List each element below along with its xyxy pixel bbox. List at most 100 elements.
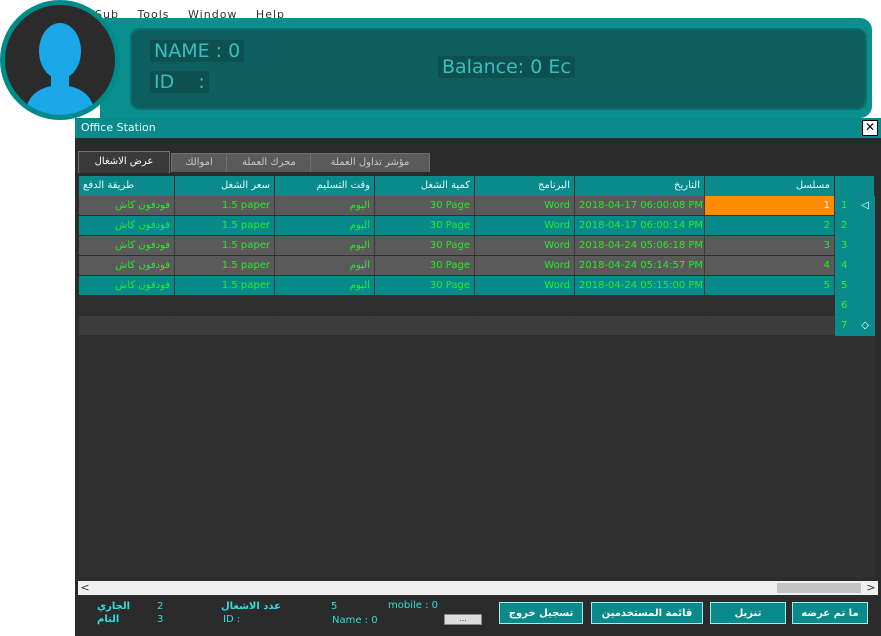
cell-serial-selected[interactable]: 1 xyxy=(705,196,835,215)
done-label: التام xyxy=(97,614,120,625)
office-station-window: Office Station ✕ عرض الاشغال اموالك محرك… xyxy=(75,118,881,636)
row-number-label: 4 xyxy=(841,260,848,271)
cell-program[interactable]: Word xyxy=(475,236,575,255)
cell-date[interactable]: 2018-04-17 06:00:14 PM xyxy=(575,216,705,235)
row-number-3[interactable]: 3 xyxy=(835,236,875,256)
close-icon[interactable]: ✕ xyxy=(862,120,878,136)
row-number-label: 1 xyxy=(841,200,848,211)
avatar[interactable] xyxy=(0,0,120,120)
user-id-label: ID : xyxy=(150,71,209,93)
column-header-quantity[interactable]: كمية الشغل xyxy=(375,176,475,196)
window-titlebar: Office Station ✕ xyxy=(75,118,881,138)
row-number-1[interactable]: 1 ◁ xyxy=(835,196,875,216)
row-number-label: 3 xyxy=(841,240,848,251)
cell-delivery[interactable]: اليوم xyxy=(275,236,375,255)
column-header-delivery[interactable]: وقت التسليم xyxy=(275,176,375,196)
footer-mobile: mobile : 0 xyxy=(388,600,439,611)
scroll-thumb[interactable] xyxy=(777,583,861,593)
cell-payment[interactable]: فودفون كاش xyxy=(79,216,175,235)
tab-currency-index[interactable]: مؤشر تداول العملة xyxy=(310,153,430,172)
download-button[interactable]: تنزيل xyxy=(710,602,786,624)
row-number-2[interactable]: 2 xyxy=(835,216,875,236)
tab-currency-engine[interactable]: محرك العملة xyxy=(226,153,312,172)
cell-quantity[interactable]: 30 Page xyxy=(375,196,475,215)
cell-empty[interactable] xyxy=(375,316,475,335)
current-label: الجاري xyxy=(97,601,131,612)
column-header-program[interactable]: البرنامج xyxy=(475,176,575,196)
cell-empty[interactable] xyxy=(475,316,575,335)
horizontal-scrollbar[interactable]: < > xyxy=(78,581,878,595)
column-header-serial[interactable]: مسلسل xyxy=(705,176,835,196)
current-row-arrow-icon: ◁ xyxy=(861,200,869,211)
cell-serial[interactable]: 5 xyxy=(705,276,835,295)
row-number-label: 2 xyxy=(841,220,848,231)
row-number-label: 5 xyxy=(841,280,848,291)
cell-quantity[interactable]: 30 Page xyxy=(375,216,475,235)
cell-price[interactable]: 1.5 paper xyxy=(175,216,275,235)
tab-your-money[interactable]: اموالك xyxy=(171,153,227,172)
cell-date[interactable]: 2018-04-24 05:15:00 PM xyxy=(575,276,705,295)
cell-quantity[interactable]: 30 Page xyxy=(375,276,475,295)
user-name-label: NAME : 0 xyxy=(150,40,245,62)
cell-delivery[interactable]: اليوم xyxy=(275,216,375,235)
cell-date[interactable]: 2018-04-17 06:00:08 PM xyxy=(575,196,705,215)
header-panel: NAME : 0 ID : Balance: 0 Ec xyxy=(130,28,867,110)
cell-empty[interactable] xyxy=(575,316,705,335)
row-number-5[interactable]: 5 xyxy=(835,276,875,296)
cell-price[interactable]: 1.5 paper xyxy=(175,236,275,255)
cell-delivery[interactable]: اليوم xyxy=(275,276,375,295)
jobs-count-value: 5 xyxy=(331,601,338,612)
cell-empty[interactable] xyxy=(175,316,275,335)
row-number-label: 7 xyxy=(841,320,848,331)
cell-serial[interactable]: 2 xyxy=(705,216,835,235)
offered-button[interactable]: ما تم عرضه xyxy=(792,602,868,624)
cell-program[interactable]: Word xyxy=(475,256,575,275)
cell-empty[interactable] xyxy=(705,316,835,335)
cell-payment[interactable]: فودفون كاش xyxy=(79,256,175,275)
window-title: Office Station xyxy=(81,121,156,134)
cell-date[interactable]: 2018-04-24 05:14:57 PM xyxy=(575,256,705,275)
cell-quantity[interactable]: 30 Page xyxy=(375,256,475,275)
tab-view-jobs[interactable]: عرض الاشغال xyxy=(78,151,170,173)
jobs-count-label: عدد الاشغال xyxy=(221,601,282,612)
done-value: 3 xyxy=(157,614,164,625)
footer-id: ID : xyxy=(223,614,241,625)
cell-price[interactable]: 1.5 paper xyxy=(175,276,275,295)
row-header-corner xyxy=(835,176,875,196)
scroll-left-icon[interactable]: < xyxy=(78,581,92,595)
cell-empty[interactable] xyxy=(275,316,375,335)
cell-program[interactable]: Word xyxy=(475,216,575,235)
users-list-button[interactable]: قائمة المستخدمين xyxy=(591,602,703,624)
current-value: 2 xyxy=(157,601,164,612)
balance-label: Balance: 0 Ec xyxy=(438,56,575,78)
logout-button[interactable]: تسجيل خروج xyxy=(499,602,583,624)
user-silhouette-icon xyxy=(25,23,95,115)
small-field-box[interactable]: ... xyxy=(444,614,482,625)
column-header-payment[interactable]: طريقة الدفع xyxy=(79,176,175,196)
cell-serial[interactable]: 4 xyxy=(705,256,835,275)
row-number-4[interactable]: 4 xyxy=(835,256,875,276)
cell-serial[interactable]: 3 xyxy=(705,236,835,255)
cell-program[interactable]: Word xyxy=(475,196,575,215)
cell-empty[interactable] xyxy=(79,316,175,335)
column-header-date[interactable]: التاريخ xyxy=(575,176,705,196)
footer-name: Name : 0 xyxy=(332,615,378,626)
scroll-right-icon[interactable]: > xyxy=(864,581,878,595)
cell-payment[interactable]: فودفون كاش xyxy=(79,196,175,215)
cell-program[interactable]: Word xyxy=(475,276,575,295)
cell-delivery[interactable]: اليوم xyxy=(275,196,375,215)
cell-payment[interactable]: فودفون كاش xyxy=(79,276,175,295)
cell-price[interactable]: 1.5 paper xyxy=(175,196,275,215)
cell-payment[interactable]: فودفون كاش xyxy=(79,236,175,255)
cell-price[interactable]: 1.5 paper xyxy=(175,256,275,275)
cell-delivery[interactable]: اليوم xyxy=(275,256,375,275)
status-footer: الجاري 2 التام 3 عدد الاشغال 5 ID : mobi… xyxy=(75,598,881,636)
jobs-grid: طريقة الدفع سعر الشغل وقت التسليم كمية ا… xyxy=(79,176,875,578)
cell-quantity[interactable]: 30 Page xyxy=(375,236,475,255)
cell-date[interactable]: 2018-04-24 05:06:18 PM xyxy=(575,236,705,255)
row-number-label: 6 xyxy=(841,300,848,311)
column-header-price[interactable]: سعر الشغل xyxy=(175,176,275,196)
row-number-6[interactable]: 6 xyxy=(835,296,875,316)
row-number-7[interactable]: 7 ◇ xyxy=(835,316,875,336)
new-row-icon: ◇ xyxy=(861,320,869,331)
